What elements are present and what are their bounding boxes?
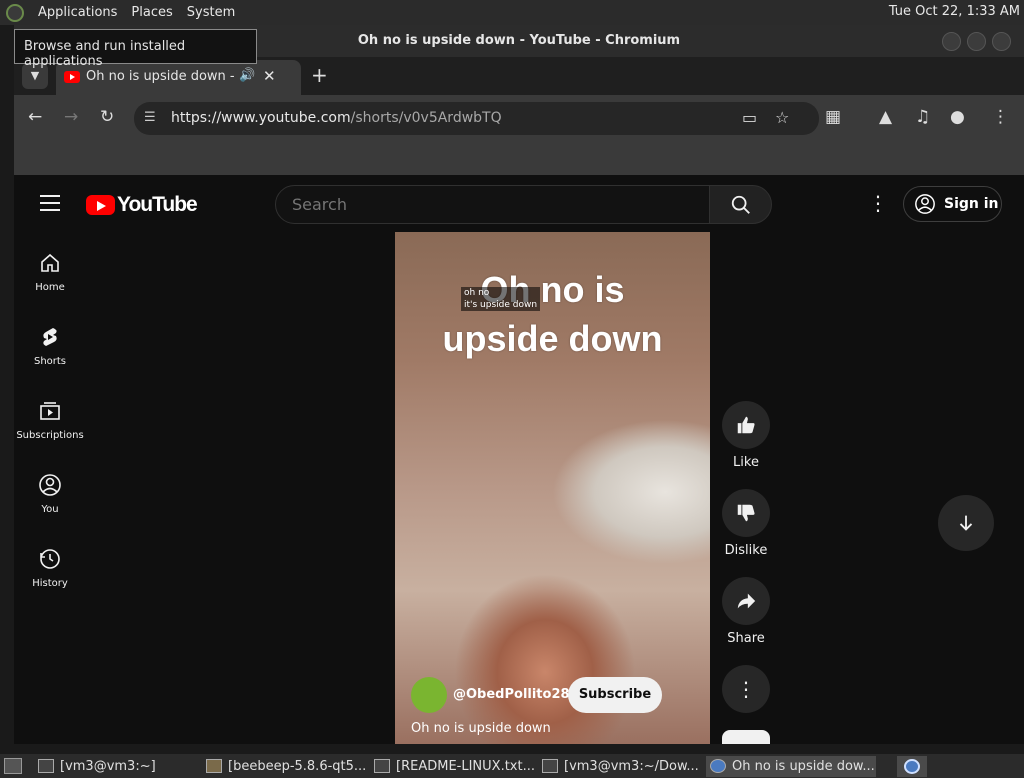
chrome-menu-icon[interactable]: ⋮ bbox=[992, 107, 1009, 127]
extensions-icon[interactable]: ▦ bbox=[825, 107, 841, 127]
address-bar[interactable]: ☰ https://www.youtube.com/shorts/v0v5Ard… bbox=[134, 102, 819, 135]
video-subtitles: oh no it's upside down bbox=[461, 287, 541, 311]
close-window-button[interactable] bbox=[992, 32, 1011, 51]
workspace-switcher[interactable] bbox=[897, 756, 927, 777]
terminal-icon bbox=[38, 759, 54, 773]
sidebar-item-shorts[interactable]: Shorts bbox=[14, 325, 86, 367]
taskbar-item-terminal-1[interactable]: [vm3@vm3:~] bbox=[34, 756, 199, 777]
back-button[interactable]: ← bbox=[28, 107, 42, 127]
video-caption-line2: upside down bbox=[442, 318, 663, 359]
site-info-icon[interactable]: ☰ bbox=[144, 110, 156, 125]
search-icon bbox=[731, 195, 750, 214]
next-video-button[interactable] bbox=[938, 495, 994, 551]
browser-toolbar: ← → ↻ ☰ https://www.youtube.com/shorts/v… bbox=[14, 95, 1024, 141]
bookmark-star-icon[interactable]: ☆ bbox=[775, 108, 789, 127]
top-panel: Applications Places System Tue Oct 22, 1… bbox=[0, 0, 1024, 25]
url-text[interactable]: https://www.youtube.com/shorts/v0v5Ardwb… bbox=[171, 110, 502, 126]
search-button[interactable] bbox=[709, 185, 772, 224]
sidebar-item-home[interactable]: Home bbox=[14, 251, 86, 293]
close-tab-icon[interactable]: ✕ bbox=[263, 67, 276, 85]
channel-name-link[interactable]: @ObedPollito285 bbox=[453, 687, 579, 702]
applications-tooltip: Browse and run installed applications bbox=[14, 29, 257, 69]
chromium-workspace-icon bbox=[904, 759, 920, 774]
taskbar-item-chromium[interactable]: Oh no is upside dow... bbox=[706, 756, 876, 777]
shorts-icon bbox=[43, 328, 57, 346]
sidebar-item-you[interactable]: You bbox=[14, 473, 86, 515]
folder-icon bbox=[206, 759, 222, 773]
more-vertical-icon: ⋮ bbox=[736, 677, 756, 701]
bottom-taskbar: [vm3@vm3:~] [beebeep-5.8.6-qt5... [READM… bbox=[0, 754, 1024, 778]
settings-more-icon[interactable]: ⋮ bbox=[868, 191, 888, 215]
history-icon bbox=[40, 549, 60, 569]
window-title: Oh no is upside down - YouTube - Chromiu… bbox=[357, 33, 681, 48]
taskbar-item-folder[interactable]: [beebeep-5.8.6-qt5... bbox=[202, 756, 367, 777]
guide-menu-icon[interactable] bbox=[40, 195, 60, 216]
applications-logo-icon[interactable] bbox=[6, 3, 24, 22]
subscribe-button[interactable]: Subscribe bbox=[568, 677, 662, 713]
bookmarks-bar bbox=[14, 141, 1024, 175]
clock[interactable]: Tue Oct 22, 1:33 AM bbox=[889, 4, 1020, 19]
chromium-icon bbox=[710, 759, 726, 773]
reload-button[interactable]: ↻ bbox=[100, 107, 114, 127]
home-icon bbox=[41, 253, 59, 272]
sidebar-item-subscriptions[interactable]: Subscriptions bbox=[14, 399, 86, 441]
chevron-down-icon: ▼ bbox=[30, 69, 40, 82]
media-controls-icon[interactable]: ♫ bbox=[915, 107, 930, 127]
youtube-favicon-icon bbox=[64, 71, 80, 83]
dislike-button[interactable]: Dislike bbox=[722, 489, 770, 558]
sidebar-item-history[interactable]: History bbox=[14, 547, 86, 589]
video-caption-line1: Oh no is bbox=[480, 269, 625, 310]
minimize-button[interactable] bbox=[942, 32, 961, 51]
thumbs-down-icon bbox=[737, 504, 755, 522]
channel-avatar[interactable] bbox=[411, 677, 447, 713]
taskbar-item-terminal-2[interactable]: [vm3@vm3:~/Dow... bbox=[538, 756, 703, 777]
youtube-play-icon bbox=[86, 195, 115, 215]
audio-playing-icon[interactable]: 🔊 bbox=[239, 68, 255, 83]
subscriptions-icon bbox=[40, 402, 60, 420]
video-title[interactable]: Oh no is upside down bbox=[411, 721, 551, 736]
terminal-icon bbox=[542, 759, 558, 773]
you-account-icon bbox=[39, 474, 61, 496]
labs-flask-icon[interactable]: ▲ bbox=[879, 107, 892, 127]
share-button[interactable]: Share bbox=[722, 577, 770, 646]
maximize-button[interactable] bbox=[967, 32, 986, 51]
menu-places[interactable]: Places bbox=[131, 5, 172, 20]
profile-icon[interactable]: ● bbox=[950, 107, 965, 127]
shorts-video-player[interactable]: Oh no is upside down oh no it's upside d… bbox=[395, 232, 710, 744]
show-desktop-icon[interactable] bbox=[4, 758, 22, 774]
taskbar-item-text-editor[interactable]: [README-LINUX.txt... bbox=[370, 756, 535, 777]
search-input[interactable] bbox=[275, 185, 710, 224]
thumbs-up-icon bbox=[737, 416, 755, 434]
sign-in-button[interactable]: Sign in bbox=[903, 186, 1002, 222]
text-editor-icon bbox=[374, 759, 390, 773]
remix-button[interactable] bbox=[722, 730, 770, 744]
more-actions-button[interactable]: ⋮ bbox=[722, 665, 770, 713]
menu-system[interactable]: System bbox=[187, 5, 235, 20]
new-tab-button[interactable]: + bbox=[311, 63, 328, 87]
arrow-down-icon bbox=[959, 515, 973, 531]
youtube-page: YouTube ⋮ Sign in Home Shorts Subscripti… bbox=[14, 175, 1024, 744]
menu-applications[interactable]: Applications bbox=[38, 5, 117, 20]
share-arrow-icon bbox=[737, 593, 756, 609]
tab-title: Oh no is upside down - YouTube bbox=[86, 69, 234, 84]
install-app-icon[interactable]: ▭ bbox=[742, 108, 757, 127]
like-button[interactable]: Like bbox=[722, 401, 770, 470]
account-icon bbox=[915, 194, 935, 214]
forward-button[interactable]: → bbox=[64, 107, 78, 127]
